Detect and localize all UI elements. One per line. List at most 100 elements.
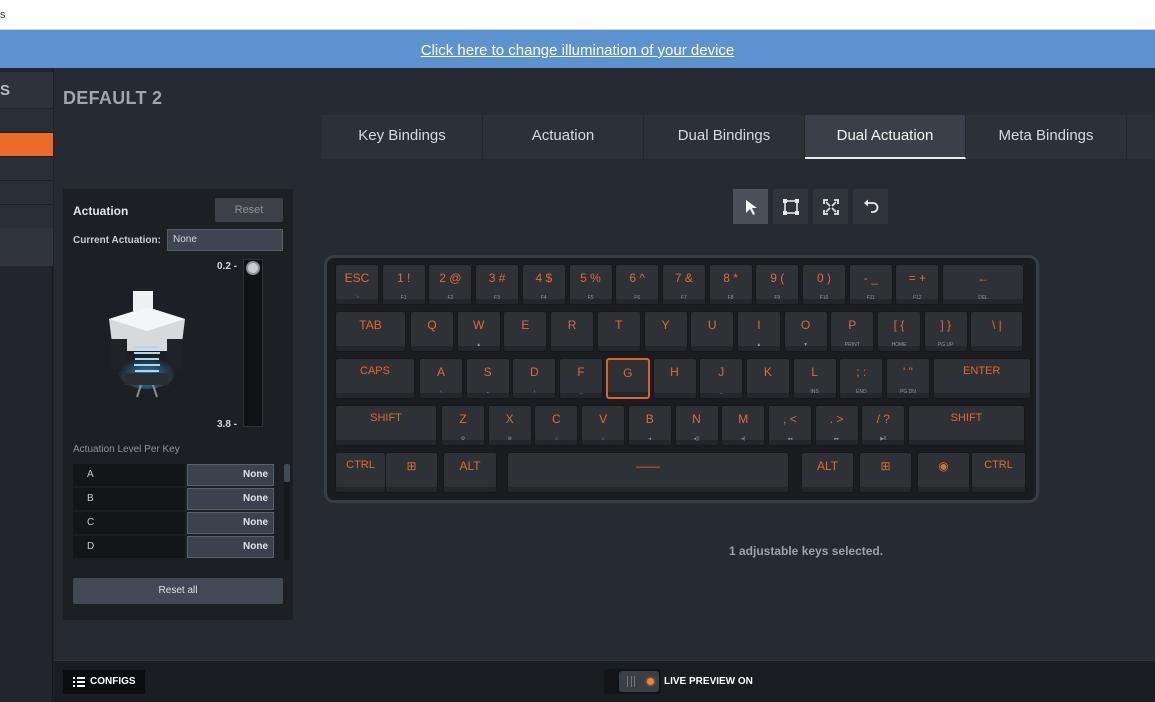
key-t[interactable]: T (596, 311, 641, 352)
key-secondary-legend: ◂)) (693, 436, 700, 442)
key-g[interactable]: G (605, 358, 650, 399)
key-0-11[interactable]: - _ F11 (848, 264, 893, 305)
actuation-slider-thumb[interactable] (246, 261, 260, 275)
key-x[interactable]: X ⚙ (487, 405, 532, 446)
key-0[interactable]: 0 ) F10 (802, 264, 846, 305)
key-secondary-legend: ◂◂ (787, 436, 793, 442)
key-2-11[interactable]: ' " PG DN (886, 358, 930, 399)
key-q[interactable]: Q (410, 311, 454, 352)
key-2-10[interactable]: ; : END (839, 358, 884, 399)
key-y[interactable]: Y (643, 311, 688, 352)
key-3-8[interactable]: , < ◂◂ (767, 405, 812, 446)
key-s[interactable]: S ⌄ (465, 358, 510, 399)
tab-dual-bindings[interactable]: Dual Bindings (644, 115, 805, 159)
key-actuation-field[interactable]: None (187, 488, 274, 510)
key-3-10[interactable]: / ? ▶ll (861, 405, 906, 446)
key-ctrl[interactable]: CTRL (971, 452, 1026, 493)
key-3[interactable]: 3 # F3 (475, 264, 520, 305)
key-legend: R (567, 318, 577, 332)
key-e[interactable]: E (503, 311, 548, 352)
key-p[interactable]: P PRINT (830, 311, 875, 352)
slider-top-label: 0.2 - (217, 261, 238, 272)
key-l[interactable]: L INS (792, 358, 837, 399)
key-b[interactable]: B ◂ (627, 405, 672, 446)
key-alt[interactable]: ALT (801, 452, 854, 493)
sidebar-item[interactable] (0, 109, 53, 133)
configs-button[interactable]: CONFIGS (63, 670, 145, 694)
key-1-11[interactable]: [ {HOME (877, 311, 921, 352)
key-alt[interactable]: ALT (443, 452, 497, 493)
current-actuation-field[interactable]: None (167, 229, 283, 251)
reset-button[interactable]: Reset (215, 198, 283, 222)
key-enter[interactable]: ENTER (932, 358, 1031, 399)
key-2[interactable]: 2 @ F2 (428, 264, 473, 305)
configs-label: CONFIGS (90, 676, 136, 687)
key-legend: \ | (991, 318, 1002, 332)
key-secondary-legend: F11 (866, 295, 875, 301)
tab-actuation[interactable]: Actuation (483, 115, 644, 159)
keyboard-layout: ESC `~ 1 ! F1 2 @ F2 3 # F3 4 $ F4 5 % F5 6 ^ F6 7 & F7… (324, 255, 1039, 503)
key-caps[interactable]: CAPS (335, 358, 415, 399)
key-1-13[interactable]: \ | (970, 311, 1024, 352)
key-k[interactable]: K (745, 358, 790, 399)
key-h[interactable]: H (652, 358, 697, 399)
key-4-6[interactable]: ◉ (917, 452, 970, 493)
live-preview-label: LIVE PREVIEW ON (664, 676, 753, 687)
list-scrollbar[interactable] (284, 464, 290, 560)
key-tab[interactable]: TAB (335, 311, 406, 352)
tab-key-bindings[interactable]: Key Bindings (322, 115, 483, 159)
tab-meta-bindings[interactable]: Meta Bindings (966, 115, 1127, 159)
key-m[interactable]: M ◂) (721, 405, 766, 446)
key-v[interactable]: V ☼ (581, 405, 626, 446)
key-5[interactable]: 5 % F5 (568, 264, 613, 305)
key-0-12[interactable]: = + F12 (895, 264, 940, 305)
sidebar-item-active[interactable] (0, 133, 53, 157)
key-7[interactable]: 7 & F7 (661, 264, 706, 305)
key-j[interactable]: J _ (699, 358, 744, 399)
tab-dual-actuation[interactable]: Dual Actuation (805, 115, 966, 159)
key-actuation-field[interactable]: None (187, 536, 274, 558)
key-d[interactable]: D › (512, 358, 557, 399)
key-n[interactable]: N ◂)) (674, 405, 719, 446)
key-8[interactable]: 8 * F8 (708, 264, 753, 305)
key-r[interactable]: R (550, 311, 595, 352)
scrollbar-thumb[interactable] (284, 464, 290, 482)
key-9[interactable]: 9 (F9 (755, 264, 800, 305)
key-u[interactable]: U (690, 311, 735, 352)
sidebar-item[interactable] (0, 228, 53, 266)
key-esc[interactable]: ESC `~ (335, 264, 379, 305)
key-z[interactable]: Z ⚙ (441, 405, 485, 446)
key-i[interactable]: I ▲ (736, 311, 781, 352)
key-6[interactable]: 6 ^ F6 (615, 264, 660, 305)
actuation-panel: Actuation Reset Current Actuation: None … (63, 189, 293, 620)
select-pointer-button[interactable] (733, 189, 768, 224)
sidebar-item[interactable] (0, 157, 53, 181)
key-3-9[interactable]: . > ▸▸ (814, 405, 859, 446)
key-shift[interactable]: SHIFT (335, 405, 437, 446)
key-0-13[interactable]: ← DEL (942, 264, 1025, 305)
key-o[interactable]: O ▼ (783, 311, 828, 352)
key-1-12[interactable]: ] } PG UP (923, 311, 968, 352)
sidebar-item[interactable] (0, 205, 53, 229)
live-preview-toggle[interactable] (604, 669, 661, 694)
sidebar-item[interactable] (0, 181, 53, 205)
key-c[interactable]: C ☼ (534, 405, 579, 446)
key-shift[interactable]: SHIFT (908, 405, 1025, 446)
key-ctrl[interactable]: CTRL (335, 452, 386, 493)
key-a[interactable]: A ‹ (419, 358, 463, 399)
key-4-5[interactable]: ⊞ (859, 452, 912, 493)
key-actuation-field[interactable]: None (187, 464, 274, 486)
marquee-select-button[interactable] (773, 189, 808, 224)
key-f[interactable]: F _ (559, 358, 604, 399)
select-all-button[interactable] (813, 189, 848, 224)
key-4-3[interactable]: —— (507, 452, 789, 493)
change-illumination-link[interactable]: Click here to change illumination of you… (421, 42, 735, 59)
key-w[interactable]: W ▲ (456, 311, 501, 352)
key-4[interactable]: 4 $ F4 (521, 264, 566, 305)
reset-all-button[interactable]: Reset all (73, 578, 283, 604)
key-1[interactable]: 1 ! F1 (381, 264, 426, 305)
key-actuation-field[interactable]: None (187, 512, 274, 534)
key-4-1[interactable]: ⊞ (385, 452, 438, 493)
undo-button[interactable] (853, 189, 888, 224)
actuation-slider-track[interactable] (243, 259, 263, 427)
